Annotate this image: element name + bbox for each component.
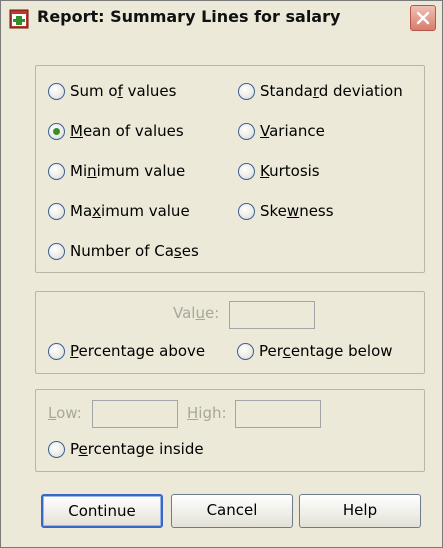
radio-circle (48, 83, 65, 100)
percentage-below-label: Percentage below (259, 342, 393, 360)
radio-circle (48, 203, 65, 220)
radio-circle (238, 163, 255, 180)
percentage-inside-label: Percentage inside (70, 440, 204, 458)
high-label: High: (187, 404, 227, 422)
variance-label: Variance (260, 122, 325, 140)
radio-circle (238, 123, 255, 140)
number-of-cases-label: Number of Cases (70, 242, 199, 260)
value-label: Value: (173, 304, 220, 322)
low-label: Low: (48, 404, 82, 422)
cancel-button[interactable]: Cancel (171, 494, 293, 528)
percentage-above-label: Percentage above (70, 342, 206, 360)
skewness-label: Skewness (260, 202, 334, 220)
report-app-icon (9, 9, 29, 29)
minimum-value-label: Minimum value (70, 162, 186, 180)
radio-circle (238, 83, 255, 100)
low-field[interactable] (92, 400, 178, 428)
radio-circle (238, 203, 255, 220)
sum-of-values-label: Sum of values (70, 82, 177, 100)
window-title: Report: Summary Lines for salary (37, 7, 341, 26)
summary-lines-dialog: Report: Summary Lines for salary Sum of … (0, 0, 443, 548)
mean-of-values-label: Mean of values (70, 122, 184, 140)
value-field[interactable] (229, 301, 315, 329)
standard-deviation-label: Standard deviation (260, 82, 403, 100)
radio-circle-selected (48, 123, 65, 140)
radio-circle (48, 163, 65, 180)
high-field[interactable] (235, 400, 321, 428)
close-button[interactable] (410, 5, 436, 31)
title-bar[interactable]: Report: Summary Lines for salary (1, 1, 442, 35)
radio-circle (48, 441, 65, 458)
maximum-value-label: Maximum value (70, 202, 190, 220)
continue-button[interactable]: Continue (41, 494, 163, 528)
radio-circle (48, 343, 65, 360)
help-button[interactable]: Help (299, 494, 421, 528)
kurtosis-label: Kurtosis (260, 162, 320, 180)
radio-circle (237, 343, 254, 360)
close-icon (416, 11, 430, 25)
radio-circle (48, 243, 65, 260)
